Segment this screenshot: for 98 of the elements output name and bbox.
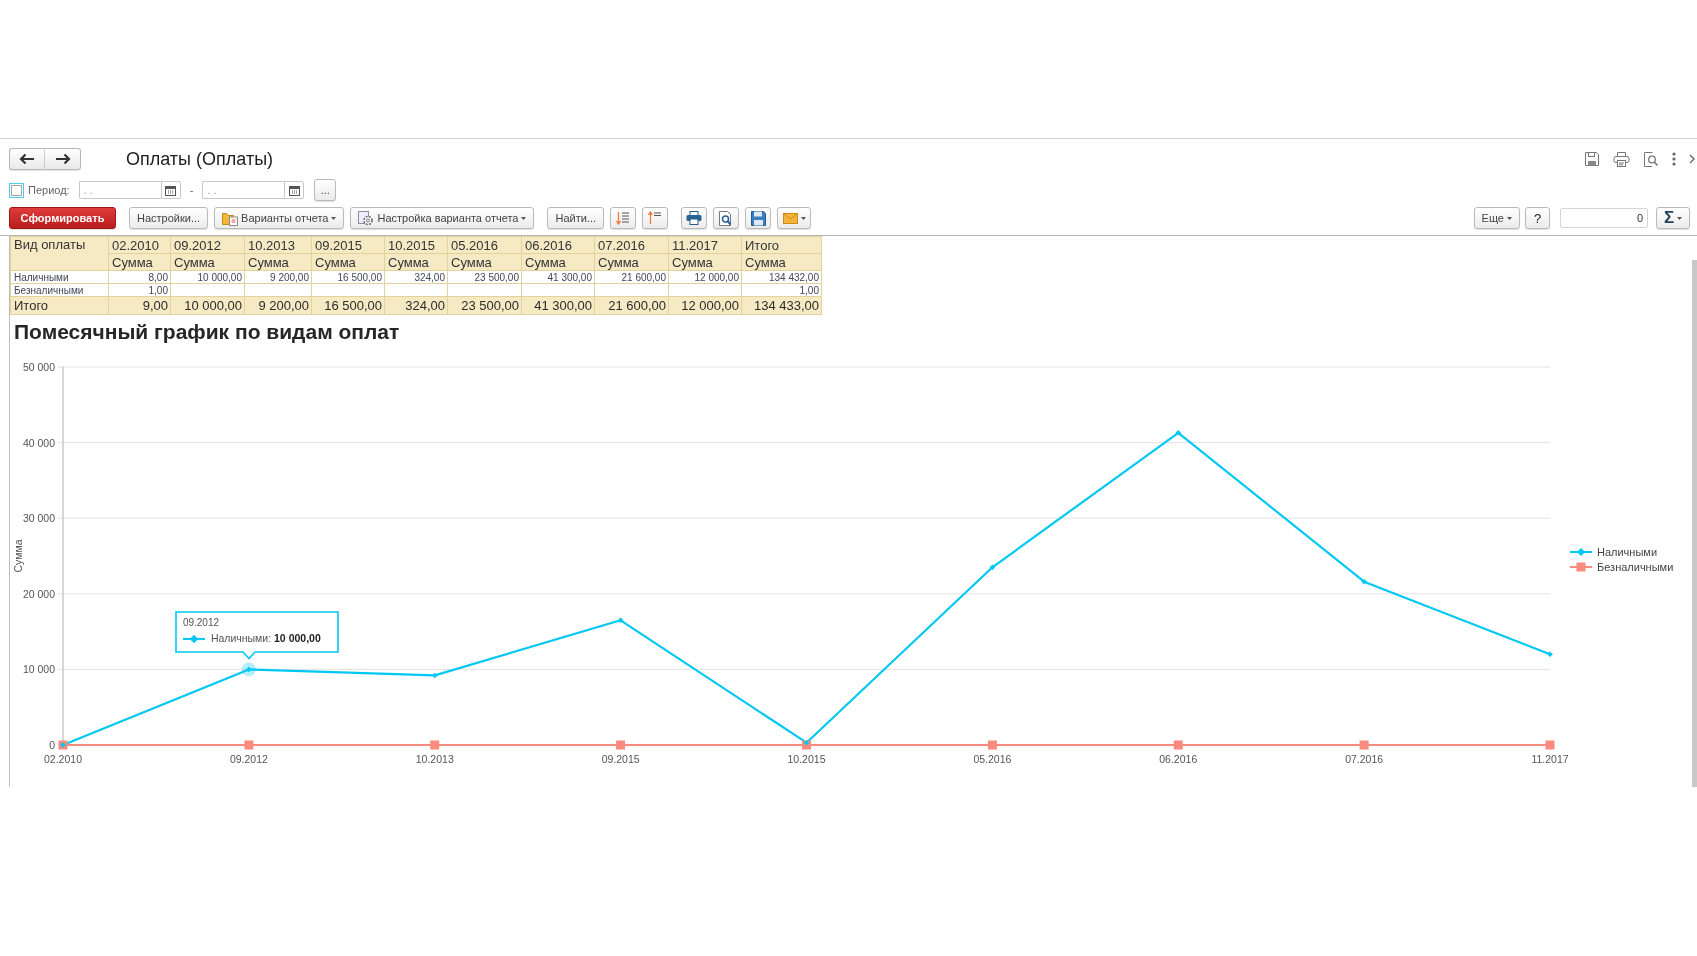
left-arrow-icon [19,153,35,165]
right-arrow-icon [54,153,71,165]
column-header: 10.2013 [244,236,312,254]
checkbox[interactable] [9,182,24,198]
data-point [989,564,996,571]
column-header: 06.2016 [521,236,595,254]
data-point [617,617,624,624]
sum-button[interactable]: Σ [1656,207,1690,229]
more-button[interactable]: Еще [1473,207,1520,229]
axis-title: Сумма [12,539,24,573]
line-marker-icon [182,634,205,643]
axis-tick-label: 11.2017 [1531,753,1569,765]
point-highlight [241,662,256,677]
column-header: 09.2012 [170,236,245,254]
legend-label: Наличными [1597,546,1658,558]
caret-icon [800,216,806,220]
axis-tick-label: 09.2012 [229,753,268,765]
axis-tick-label: 06.2016 [1159,753,1198,765]
axis-tick-label: 40 000 [22,436,55,449]
data-point [616,740,626,750]
help-button[interactable]: ? [1525,207,1550,229]
data-point [1173,740,1183,750]
caret-icon [521,216,527,220]
column-header: Итого [741,236,822,254]
column-header: 02.2010 [108,236,171,254]
tooltip-title: 09.2012 [182,617,221,630]
select-period-button[interactable]: ... [314,179,337,201]
axis-tick-label: 20 000 [22,587,55,600]
period-label: Период: [28,184,70,196]
axis-tick-label: 30 000 [22,512,55,525]
list-down-arrow-icon [616,211,631,225]
calendar-icon [165,184,177,196]
legend-label: Безналичными [1597,561,1674,573]
column-header: 10.2015 [384,236,448,254]
date-field[interactable]: . . [202,181,285,199]
caret-icon [1677,216,1683,220]
legend-marker-icon [1569,562,1593,572]
folder-icon [222,210,239,226]
chart-title: Помесячный график по видам оплат [14,319,400,345]
back-button[interactable] [9,148,45,170]
axis-tick-label: 50 000 [22,361,55,373]
axis-tick-label: 10.2015 [787,753,826,765]
print-button[interactable] [681,207,708,229]
column-header: 11.2017 [668,236,742,254]
magnifier-document-icon [719,210,734,226]
save-button[interactable] [745,207,772,229]
gear-icon [358,210,375,226]
date-field[interactable]: . . [78,181,161,199]
data-point [1175,429,1182,436]
envelope-icon [782,212,798,224]
preview-button[interactable] [713,207,740,229]
column-header: 09.2015 [311,236,385,254]
data-point [1361,578,1367,585]
calendar-icon [288,184,300,196]
sort-ascending-button[interactable] [642,207,669,229]
window-title: Оплаты (Оплаты) [126,148,274,170]
caret-icon [1507,216,1512,220]
forward-button[interactable] [45,148,81,170]
sum-field[interactable]: 0 [1560,208,1648,228]
axis-tick-label: 10.2013 [415,753,454,765]
legend-marker-icon [1569,548,1593,556]
range-separator: - [189,184,194,196]
row-header-title: Вид оплаты [10,236,109,271]
print-icon[interactable] [1613,151,1630,167]
data-point [1545,740,1555,750]
column-header: 07.2016 [594,236,669,254]
calendar-button[interactable] [160,181,181,199]
variants-button[interactable]: Варианты отчета [214,207,345,229]
settings-button[interactable]: Настройки... [129,207,209,229]
printer-icon [686,211,703,225]
scrollbar-thumb[interactable] [1692,260,1697,787]
chevron-icon[interactable] [1689,154,1695,164]
axis-tick-label: 07.2016 [1345,753,1384,765]
data-point [246,666,252,673]
send-email-button[interactable] [777,207,812,229]
axis-tick-label: 09.2015 [601,753,640,765]
tooltip-text: Наличными: 10 000,00 [210,632,321,646]
axis-tick-label: 02.2010 [44,753,82,765]
data-point [244,740,254,750]
sort-descending-button[interactable] [610,207,637,229]
variant-settings-button[interactable]: Настройка варианта отчета [350,207,535,229]
column-header: 05.2016 [447,236,522,254]
preview-icon[interactable] [1643,151,1659,167]
axis-tick-label: 05.2016 [973,753,1012,765]
list-up-arrow-icon [648,211,663,225]
data-point [1547,651,1553,658]
data-point [1359,740,1369,750]
find-button[interactable]: Найти... [547,207,605,229]
axis-tick-label: 0 [49,739,55,751]
data-point [431,672,438,679]
save-icon[interactable] [1584,151,1600,167]
more-icon[interactable] [1672,152,1676,166]
data-point [987,740,997,750]
generate-button[interactable]: Сформировать [9,207,116,229]
axis-tick-label: 10 000 [22,663,55,676]
calendar-button[interactable] [284,181,305,199]
data-point [430,740,440,750]
caret-icon [331,216,337,220]
